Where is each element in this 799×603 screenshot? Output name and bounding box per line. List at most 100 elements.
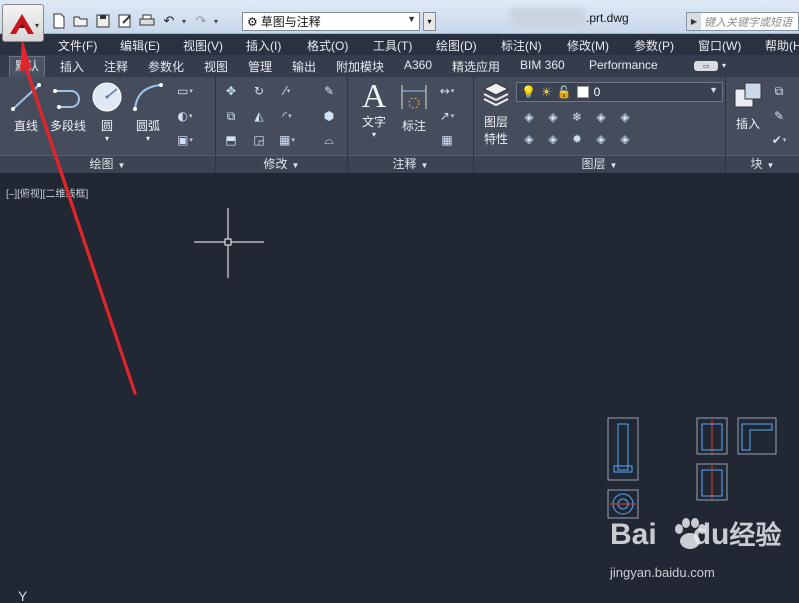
circle-dropdown-icon[interactable]: ▾ (90, 134, 124, 143)
save-icon[interactable] (94, 12, 112, 30)
text-dropdown-icon[interactable]: ▾ (356, 130, 392, 139)
menu-modify[interactable]: 修改(M) (567, 37, 609, 54)
layer-freeze-icon[interactable]: ❄ (568, 109, 586, 125)
table-icon[interactable]: ▦ (438, 132, 456, 148)
erase-icon[interactable]: ✎ (320, 83, 338, 99)
lightbulb-icon[interactable]: 💡 (521, 85, 536, 99)
tab-view[interactable]: 视图 (204, 58, 228, 75)
copy-icon[interactable]: ⧉ (222, 108, 240, 124)
undo-dropdown-icon[interactable]: ▾ (182, 17, 188, 26)
panel-title-annotation[interactable]: 注释 ▼ (348, 155, 473, 173)
trim-icon[interactable]: ⁄ ▾ (278, 83, 296, 99)
open-folder-icon[interactable] (72, 12, 90, 30)
move-icon[interactable]: ✥ (222, 83, 240, 99)
rotate-icon[interactable]: ↻ (250, 83, 268, 99)
layer-match-icon[interactable]: ◈ (616, 109, 634, 125)
ribbon-options-icon[interactable]: ▾ (722, 61, 726, 70)
menu-insert[interactable]: 插入(I) (246, 37, 281, 54)
layer-isolate-icon[interactable]: ◈ (544, 109, 562, 125)
tool-dimension[interactable]: 标注 (396, 81, 432, 134)
print-icon[interactable] (138, 12, 156, 30)
menu-format[interactable]: 格式(O) (307, 37, 348, 54)
title-bar: ↶ ▾ ↷ ▾ ⚙ 草图与注释 ▼ ▾ .prt.dwg ▶ 键入关键字或短语 (0, 0, 799, 34)
explode-icon[interactable]: ⬢ (320, 108, 338, 124)
tool-insert-block[interactable]: 插入 (730, 81, 766, 132)
menu-dimension[interactable]: 标注(N) (501, 37, 542, 54)
layer-unisolate-icon[interactable]: ◈ (544, 131, 562, 147)
expand-arrow-icon[interactable]: ▶ (687, 13, 701, 30)
leader-icon[interactable]: ↗ ▾ (438, 108, 456, 124)
menu-draw[interactable]: 绘图(D) (436, 37, 477, 54)
save-as-icon[interactable] (116, 12, 134, 30)
tool-layer-properties[interactable]: 图层 特性 (478, 81, 514, 147)
tab-output[interactable]: 输出 (292, 58, 316, 75)
drawing-entities[interactable] (600, 410, 785, 525)
block-attributes-icon[interactable]: ✔ ▾ (770, 132, 788, 148)
search-input[interactable]: ▶ 键入关键字或短语 (686, 12, 799, 31)
redacted-path (510, 8, 585, 28)
application-menu-button[interactable]: ▾ (2, 4, 44, 42)
menu-edit[interactable]: 编辑(E) (120, 37, 160, 54)
sun-icon[interactable]: ☀ (541, 85, 552, 99)
tool-polyline[interactable]: 多段线 (48, 81, 88, 134)
panel-layers: 图层 特性 💡 ☀ 🔓 0 ▼ ◈ ◈ ❄ ◈ ◈ ◈ ◈ ✸ ◈ ◈ 图层 ▼ (474, 77, 726, 173)
scale-icon[interactable]: ◲ (250, 132, 268, 148)
tab-performance[interactable]: Performance (589, 58, 658, 72)
tab-annotate[interactable]: 注释 (104, 58, 128, 75)
offset-icon[interactable]: ⌓ (320, 132, 338, 148)
array-icon[interactable]: ▦ ▾ (278, 132, 296, 148)
viewport-controls[interactable]: [–][俯视][二维线框] (6, 185, 88, 200)
layer-off-icon[interactable]: ◈ (520, 109, 538, 125)
menu-file[interactable]: 文件(F) (58, 37, 97, 54)
create-block-icon[interactable]: ⧉ (770, 83, 788, 99)
fillet-icon[interactable]: ◜ ▾ (278, 108, 296, 124)
menu-window[interactable]: 窗口(W) (698, 37, 741, 54)
tab-parametric[interactable]: 参数化 (148, 58, 184, 75)
redo-icon[interactable]: ↷ (192, 12, 210, 30)
tool-arc[interactable]: 圆弧 ▾ (130, 81, 166, 143)
hatch-icon[interactable]: ◐ ▾ (176, 108, 194, 124)
tool-circle[interactable]: 圆 ▾ (90, 81, 124, 143)
tool-text[interactable]: A 文字 ▾ (356, 80, 392, 140)
edit-block-icon[interactable]: ✎ (770, 108, 788, 124)
tab-insert[interactable]: 插入 (60, 58, 84, 75)
tab-addins[interactable]: 附加模块 (336, 58, 384, 75)
stretch-icon[interactable]: ⬒ (222, 132, 240, 148)
redo-dropdown-icon[interactable]: ▾ (214, 17, 220, 26)
menu-tools[interactable]: 工具(T) (373, 37, 412, 54)
workspace-more-button[interactable]: ▾ (423, 12, 436, 31)
boundary-icon[interactable]: ▣ ▾ (176, 132, 194, 148)
mirror-icon[interactable]: ◭ (250, 108, 268, 124)
tool-line[interactable]: 直线 (8, 81, 44, 134)
panel-title-draw[interactable]: 绘图 ▼ (0, 155, 215, 173)
tab-a360[interactable]: A360 (404, 58, 432, 72)
menu-help[interactable]: 帮助(H) (765, 37, 799, 54)
tab-bim360[interactable]: BIM 360 (520, 58, 565, 72)
arc-dropdown-icon[interactable]: ▾ (130, 134, 166, 143)
undo-icon[interactable]: ↶ (160, 12, 178, 30)
menu-parametric[interactable]: 参数(P) (634, 37, 674, 54)
panel-title-block[interactable]: 块 ▼ (726, 155, 799, 173)
chevron-down-icon: ▼ (407, 14, 416, 24)
tab-default[interactable]: 默认 (9, 56, 46, 77)
panel-title-layers[interactable]: 图层 ▼ (474, 155, 725, 173)
ribbon-minimize-button[interactable]: ▭ (694, 61, 718, 71)
watermark-brand: Bai du经验 (610, 518, 782, 551)
layer-stack-icon (482, 82, 510, 107)
tab-featured-apps[interactable]: 精选应用 (452, 58, 500, 75)
tab-manage[interactable]: 管理 (248, 58, 272, 75)
workspace-selector[interactable]: ⚙ 草图与注释 ▼ (242, 12, 420, 31)
layer-unlock-icon[interactable]: ◈ (592, 131, 610, 147)
layer-walk-icon[interactable]: ◈ (616, 131, 634, 147)
linear-dimension-icon[interactable]: ↔ ▾ (438, 83, 456, 99)
layer-color-swatch[interactable] (576, 86, 589, 98)
layer-dropdown[interactable]: 💡 ☀ 🔓 0 ▼ (516, 82, 723, 102)
menu-view[interactable]: 视图(V) (183, 37, 223, 54)
rectangle-icon[interactable]: ▭ ▾ (176, 83, 194, 99)
new-file-icon[interactable] (50, 12, 68, 30)
layer-lock-icon[interactable]: ◈ (592, 109, 610, 125)
layer-on-icon[interactable]: ◈ (520, 131, 538, 147)
layer-thaw-icon[interactable]: ✸ (568, 131, 586, 147)
panel-title-modify[interactable]: 修改 ▼ (216, 155, 347, 173)
unlock-icon[interactable]: 🔓 (557, 85, 572, 99)
